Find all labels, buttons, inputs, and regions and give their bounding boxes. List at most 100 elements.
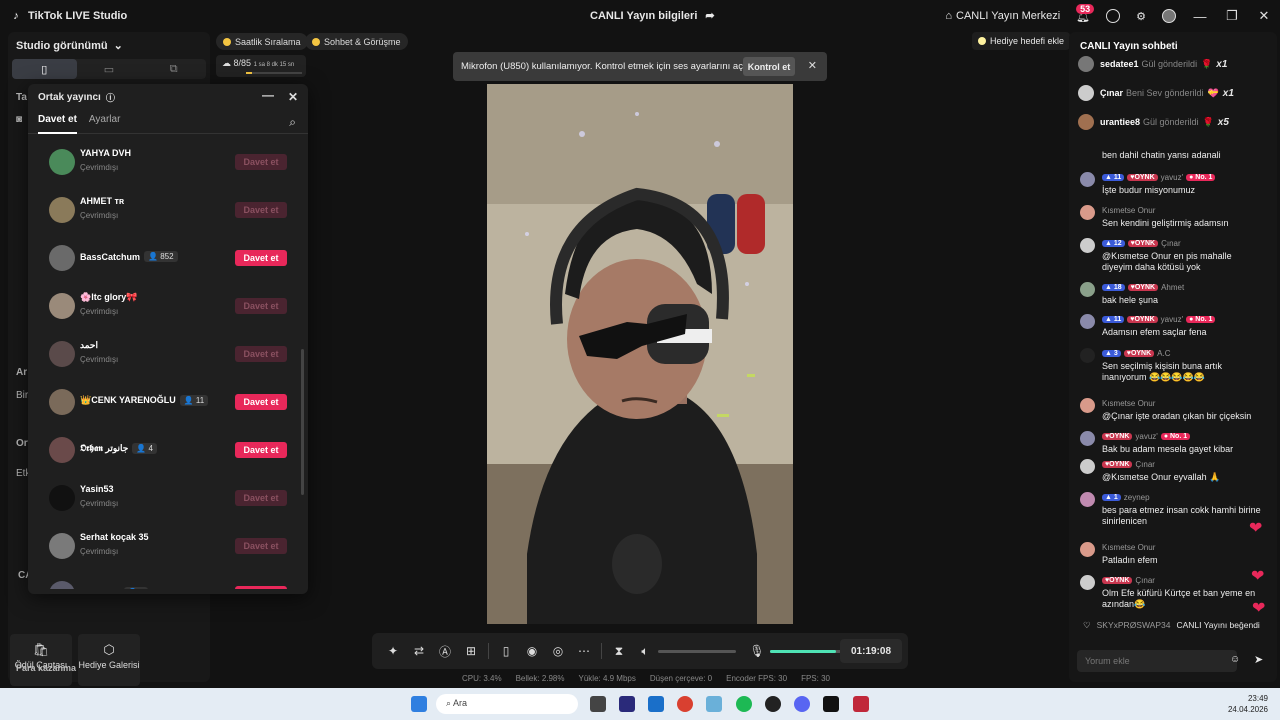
after-effects-icon[interactable] <box>619 696 635 712</box>
fan-badge: ♥OYNK <box>1102 433 1133 440</box>
settings-icon[interactable] <box>706 696 722 712</box>
invite-button[interactable]: Davet et <box>235 298 287 314</box>
portrait-icon[interactable]: ▯ <box>12 59 77 79</box>
discord-icon[interactable] <box>794 696 810 712</box>
phone-icon[interactable]: ▯ <box>493 644 519 658</box>
reward-bag-card[interactable]: 🛍︎ Ödül Çantası <box>10 634 72 686</box>
check-button[interactable]: Kontrol et <box>743 57 795 76</box>
help-icon[interactable]: ⓘ <box>106 91 115 104</box>
invite-button[interactable]: Davet et <box>235 490 287 506</box>
minimize-icon[interactable]: — <box>262 88 274 102</box>
spotify-icon[interactable] <box>736 696 752 712</box>
invite-button[interactable]: Davet et <box>235 346 287 362</box>
left-bit-1: Ar <box>16 367 28 378</box>
outlook-icon[interactable] <box>648 696 664 712</box>
monetization-label: Para kazanma <box>16 663 77 673</box>
volume-slider[interactable] <box>658 649 736 653</box>
message-user[interactable]: A.C <box>1157 349 1170 358</box>
magic-wand-icon[interactable]: ✦ <box>380 644 406 658</box>
list-item: BassCatchum 👤 852 Davet et <box>28 234 308 282</box>
system-clock[interactable]: 23:49 24.04.2026 <box>1228 693 1268 715</box>
message-user[interactable]: Çınar <box>1161 239 1181 248</box>
ai-icon[interactable]: Ⓐ <box>432 643 458 660</box>
emoji-icon[interactable]: ☺ <box>1230 654 1240 665</box>
settings-gear-icon[interactable]: ⚙ <box>1128 10 1154 23</box>
record-icon[interactable]: ◉ <box>519 644 545 658</box>
search-icon[interactable]: ⌕ <box>289 115 296 135</box>
tiktok-taskbar-icon[interactable] <box>823 696 839 712</box>
close-button[interactable]: ✕ <box>1248 8 1280 24</box>
message-meta: ▲ 3 ♥OYNK A.C <box>1102 349 1171 358</box>
speaker-icon[interactable]: 🔈︎ <box>632 644 658 659</box>
session-progress[interactable]: ☁ 8/85 1 sa 8 dk 15 sn <box>216 55 306 77</box>
close-icon[interactable]: ✕ <box>288 90 298 104</box>
gift-goal-button[interactable]: Hediye hedefi ekle <box>972 32 1071 50</box>
chat-icon <box>312 37 320 46</box>
translate-icon[interactable]: ⇄ <box>406 644 432 658</box>
stat-item: Bellek: 2.98% <box>515 674 565 683</box>
microphone-icon[interactable]: 🎙︎ <box>744 644 770 658</box>
hourly-ranking-chip[interactable]: Saatlik Sıralama <box>216 33 308 50</box>
message-user[interactable]: yavuz' <box>1161 173 1183 182</box>
list-item: Serhat koçak 35 Çevrimdışı Davet et <box>28 522 308 570</box>
tab-settings[interactable]: Ayarlar <box>89 114 121 134</box>
message-user[interactable]: Çınar <box>1135 460 1155 469</box>
invite-button[interactable]: Davet et <box>235 442 287 458</box>
fan-badge: ♥OYNK <box>1127 174 1158 181</box>
chat-meet-chip[interactable]: Sohbet & Görüşme <box>305 33 408 50</box>
co-host-popup: Ortak yayıncı ⓘ — ✕ Davet et Ayarlar ⌕ YAHY… <box>28 84 308 594</box>
tiktok-studio-taskbar-icon[interactable] <box>853 696 869 712</box>
close-icon[interactable]: ✕ <box>808 59 817 72</box>
invite-button[interactable]: Davet et <box>235 538 287 554</box>
profile-avatar[interactable] <box>1154 9 1184 23</box>
help-icon[interactable] <box>1098 9 1128 23</box>
taskbar-search[interactable]: ⌕ Ara <box>436 694 578 714</box>
message-user[interactable]: yavuz' <box>1161 315 1183 324</box>
avatar <box>1080 348 1095 363</box>
orientation-switch[interactable]: ▯ ▭ ⧉ <box>12 59 206 79</box>
scrollbar[interactable] <box>301 349 304 495</box>
live-info-title[interactable]: CANLI Yayın bilgileri ➦ <box>590 9 715 23</box>
avatar <box>49 245 75 271</box>
capture-icon[interactable]: ◎ <box>545 644 571 658</box>
invite-button[interactable]: Davet et <box>235 154 287 170</box>
maximize-button[interactable]: ❐ <box>1216 8 1248 24</box>
mixer-icon[interactable]: ⧗ <box>606 644 632 659</box>
share-icon[interactable]: ➦ <box>705 9 714 22</box>
app-icon[interactable] <box>765 696 781 712</box>
message-user[interactable]: Ahmet <box>1161 283 1184 292</box>
more-icon[interactable]: ⋯ <box>571 644 597 658</box>
message-user[interactable]: Kısmetse Onur <box>1102 543 1155 552</box>
fan-badge: ♥OYNK <box>1127 240 1159 247</box>
avatar <box>1078 56 1094 72</box>
message-user[interactable]: Çınar <box>1135 576 1155 585</box>
comment-input[interactable]: Yorum ekle <box>1077 650 1237 672</box>
mic-slider[interactable] <box>770 649 848 653</box>
minimize-button[interactable]: — <box>1184 9 1216 24</box>
progress-count: 8/85 <box>233 58 252 68</box>
invite-button[interactable]: Davet et <box>235 394 287 410</box>
invite-button[interactable]: Davet et <box>235 250 287 266</box>
live-center-button[interactable]: ⌂ CANLI Yayın Merkezi <box>937 10 1068 22</box>
notification-button[interactable]: 🔔︎ 53 <box>1068 3 1098 23</box>
gift-notice: Çınar Beni Sev gönderildi 💝 x1 <box>1078 81 1273 105</box>
multi-screen-icon[interactable]: ⧉ <box>141 59 206 79</box>
message-user[interactable]: Kısmetse Onur <box>1102 206 1155 215</box>
invite-button[interactable]: Davet et <box>235 202 287 218</box>
message-user[interactable]: zeynep <box>1124 493 1150 502</box>
message-user[interactable]: Kısmetse Onur <box>1102 399 1155 408</box>
task-view-icon[interactable] <box>590 696 606 712</box>
message-user[interactable]: yavuz' <box>1135 432 1157 441</box>
landscape-icon[interactable]: ▭ <box>77 59 142 79</box>
studio-view-dropdown[interactable]: Studio görünümü ⌄ <box>8 32 210 59</box>
tab-invite[interactable]: Davet et <box>38 114 77 134</box>
add-source-icon[interactable]: ⊞ <box>458 644 484 658</box>
invite-button[interactable]: Davet et <box>235 586 287 589</box>
user-status: Çevrimdışı <box>80 499 119 508</box>
gift-gallery-card[interactable]: ⬡ Hediye Galerisi <box>78 634 140 686</box>
windows-start-icon[interactable] <box>411 696 427 712</box>
send-icon[interactable]: ➤ <box>1254 653 1263 666</box>
chrome-icon[interactable] <box>677 696 693 712</box>
message-meta: Kısmetse Onur <box>1102 206 1155 215</box>
avatar <box>49 533 75 559</box>
